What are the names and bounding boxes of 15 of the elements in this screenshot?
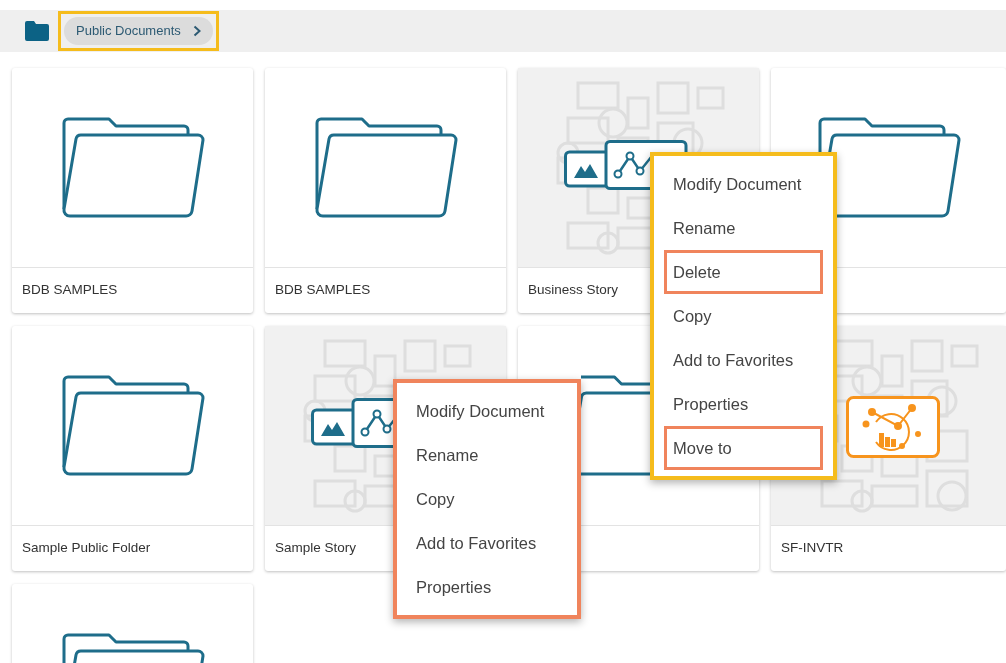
analytics-icon (846, 395, 940, 458)
card-title: SF-INVTR (781, 538, 844, 557)
chevron-right-icon (192, 25, 201, 37)
breadcrumb-item[interactable]: Public Documents (64, 17, 213, 45)
menu-item[interactable]: Move to (664, 426, 823, 470)
folder-icon (24, 21, 50, 41)
card-title: Business Story (528, 280, 619, 299)
card-title: BDB SAMPLES (275, 280, 371, 299)
card-title: Sample Story (275, 538, 357, 557)
menu-item[interactable]: Delete (664, 250, 823, 294)
card-title: Sample Public Folder (22, 538, 151, 557)
card-title: BDB SAMPLES (22, 280, 118, 299)
document-card[interactable]: BDB SAMPLES (12, 68, 253, 313)
document-card[interactable]: BDB SAMPLES (265, 68, 506, 313)
document-card[interactable]: Sample Public Folder (12, 326, 253, 571)
